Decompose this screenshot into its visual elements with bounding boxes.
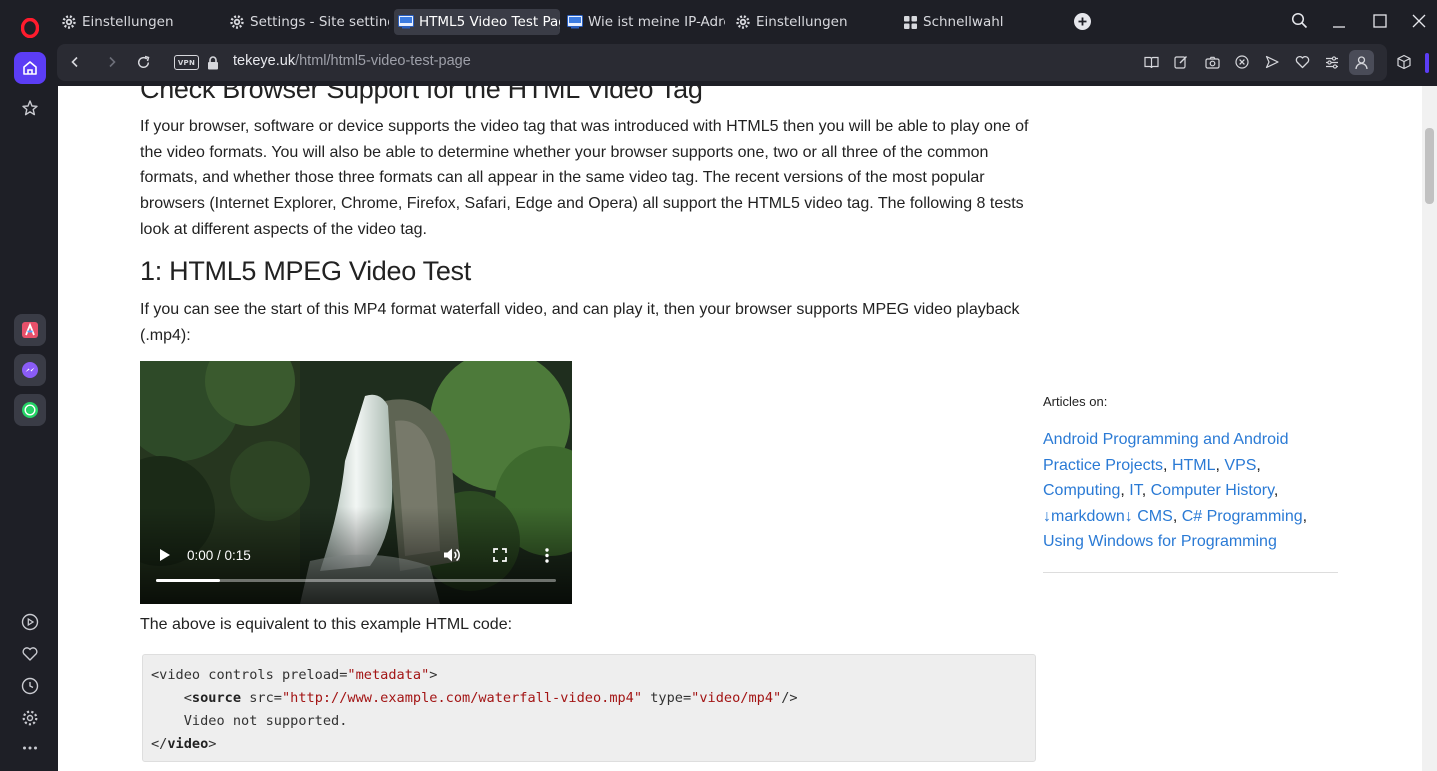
video-time: 0:00 / 0:15	[187, 548, 251, 563]
more-options-icon[interactable]	[14, 732, 46, 764]
articles-links: Android Programming and Android Practice…	[1043, 431, 1308, 550]
tab-schnellwahl[interactable]: Schnellwahl	[902, 9, 1052, 35]
tab-title: Schnellwahl	[923, 14, 1004, 30]
code-token: </	[151, 736, 168, 752]
tab-title: Einstellungen	[82, 14, 174, 30]
video-frame	[140, 361, 572, 604]
page-scrollbar[interactable]	[1422, 86, 1437, 771]
back-chevron-icon[interactable]	[66, 53, 84, 71]
url-host: tekeye.uk	[233, 53, 296, 69]
code-token: />	[781, 690, 798, 706]
aria-ai-icon[interactable]	[14, 314, 46, 346]
gear-icon	[61, 14, 77, 30]
intro-paragraph: If your browser, software or device supp…	[140, 118, 1029, 238]
code-token: >	[429, 667, 438, 683]
lock-icon[interactable]	[204, 54, 222, 72]
player-icon[interactable]	[14, 606, 46, 638]
heart-icon[interactable]	[14, 638, 46, 670]
forward-chevron-icon[interactable]	[103, 53, 121, 71]
opera-sidebar	[0, 0, 57, 771]
code-token: >	[208, 736, 217, 752]
tab-bar: Einstellungen Settings - Site settings H…	[57, 0, 1437, 42]
url-path: /html/html5-video-test-page	[295, 53, 471, 69]
heading-check-browser-support: Check Browser Support for the HTML Video…	[140, 86, 703, 104]
link-markdown-cms[interactable]: ↓markdown↓ CMS	[1043, 508, 1173, 525]
tab-html5-video-test[interactable]: HTML5 Video Test Page	[394, 9, 560, 35]
snapshot-camera-icon[interactable]	[1203, 53, 1221, 71]
video-more-options-icon[interactable]	[545, 548, 549, 568]
ad-blocker-shield-icon[interactable]	[1233, 53, 1251, 71]
test1-paragraph: If you can see the start of this MP4 for…	[140, 301, 1020, 344]
tab-einstellungen-2[interactable]: Einstellungen	[735, 9, 885, 35]
code-tag: source	[191, 690, 242, 706]
tab-site-settings[interactable]: Settings - Site settings	[229, 9, 389, 35]
web-page: Check Browser Support for the HTML Video…	[58, 86, 1422, 771]
aside-divider	[1043, 572, 1338, 573]
minimize-icon[interactable]	[1332, 14, 1346, 33]
bookmark-heart-icon[interactable]	[1293, 53, 1311, 71]
tab-search-icon[interactable]	[1291, 12, 1308, 33]
equivalent-code-text: The above is equivalent to this example …	[140, 616, 513, 633]
new-tab-plus-icon[interactable]	[1074, 13, 1091, 30]
link-vps[interactable]: VPS	[1224, 457, 1256, 474]
page-icon	[398, 14, 414, 30]
grid-icon	[902, 14, 918, 30]
bookmarks-star-icon[interactable]	[14, 92, 46, 124]
code-tag: video	[167, 736, 209, 752]
video-progress-track[interactable]	[156, 579, 556, 582]
html-code-sample: <video controls preload="metadata"> <sou…	[142, 654, 1036, 762]
address-bar: VPN tekeye.uk/html/html5-video-test-page	[57, 44, 1387, 81]
gear-icon	[735, 14, 751, 30]
link-computer-history[interactable]: Computer History	[1151, 482, 1274, 499]
fullscreen-icon[interactable]	[493, 548, 507, 567]
volume-icon[interactable]	[443, 547, 460, 568]
articles-on-label: Articles on:	[1043, 394, 1108, 409]
tab-ip-address[interactable]: Wie ist meine IP-Adresse	[567, 9, 725, 35]
close-window-icon[interactable]	[1412, 13, 1426, 32]
play-icon[interactable]	[159, 548, 171, 567]
link-html[interactable]: HTML	[1172, 457, 1216, 474]
profile-avatar-icon[interactable]	[1349, 50, 1374, 75]
code-token: <	[151, 690, 192, 706]
link-csharp-programming[interactable]: C# Programming	[1182, 508, 1303, 525]
home-icon[interactable]	[14, 52, 46, 84]
code-token: type=	[642, 690, 692, 706]
easy-setup-icon[interactable]	[1323, 53, 1341, 71]
tab-title: Einstellungen	[756, 14, 848, 30]
maximize-icon[interactable]	[1373, 13, 1387, 32]
link-windows-programming[interactable]: Using Windows for Programming	[1043, 533, 1277, 550]
scrollbar-thumb[interactable]	[1425, 128, 1434, 204]
send-flow-icon[interactable]	[1263, 53, 1281, 71]
url-field[interactable]: tekeye.uk/html/html5-video-test-page	[233, 53, 471, 69]
sidebar-accent-indicator	[1425, 53, 1429, 73]
code-text: Video not supported.	[151, 713, 348, 729]
messenger-icon[interactable]	[14, 354, 46, 386]
heading-mpeg-video-test: 1: HTML5 MPEG Video Test	[140, 256, 471, 286]
reload-icon[interactable]	[134, 53, 152, 71]
code-string: "metadata"	[347, 667, 430, 683]
tab-title: HTML5 Video Test Page	[419, 14, 560, 30]
vpn-badge[interactable]: VPN	[174, 55, 199, 70]
settings-gear-icon[interactable]	[14, 702, 46, 734]
link-computing[interactable]: Computing	[1043, 482, 1120, 499]
reader-view-icon[interactable]	[1142, 53, 1160, 71]
extensions-cube-icon[interactable]	[1396, 54, 1412, 74]
tab-einstellungen-1[interactable]: Einstellungen	[61, 9, 211, 35]
history-clock-icon[interactable]	[14, 670, 46, 702]
code-string: "video/mp4"	[691, 690, 782, 706]
gear-icon	[229, 14, 245, 30]
code-token: <video controls preload=	[151, 667, 348, 683]
video-progress-fill	[156, 579, 220, 582]
code-string: "http://www.example.com/waterfall-video.…	[281, 690, 643, 706]
waterfall-video-player[interactable]: 0:00 / 0:15	[140, 361, 572, 604]
code-token: src=	[241, 690, 282, 706]
page-icon	[567, 14, 583, 30]
whatsapp-icon[interactable]	[14, 394, 46, 426]
edit-pen-icon[interactable]	[1172, 53, 1190, 71]
link-it[interactable]: IT	[1129, 482, 1141, 499]
tab-title: Wie ist meine IP-Adresse	[588, 14, 725, 30]
tab-title: Settings - Site settings	[250, 14, 389, 30]
opera-logo-icon[interactable]	[14, 12, 46, 44]
